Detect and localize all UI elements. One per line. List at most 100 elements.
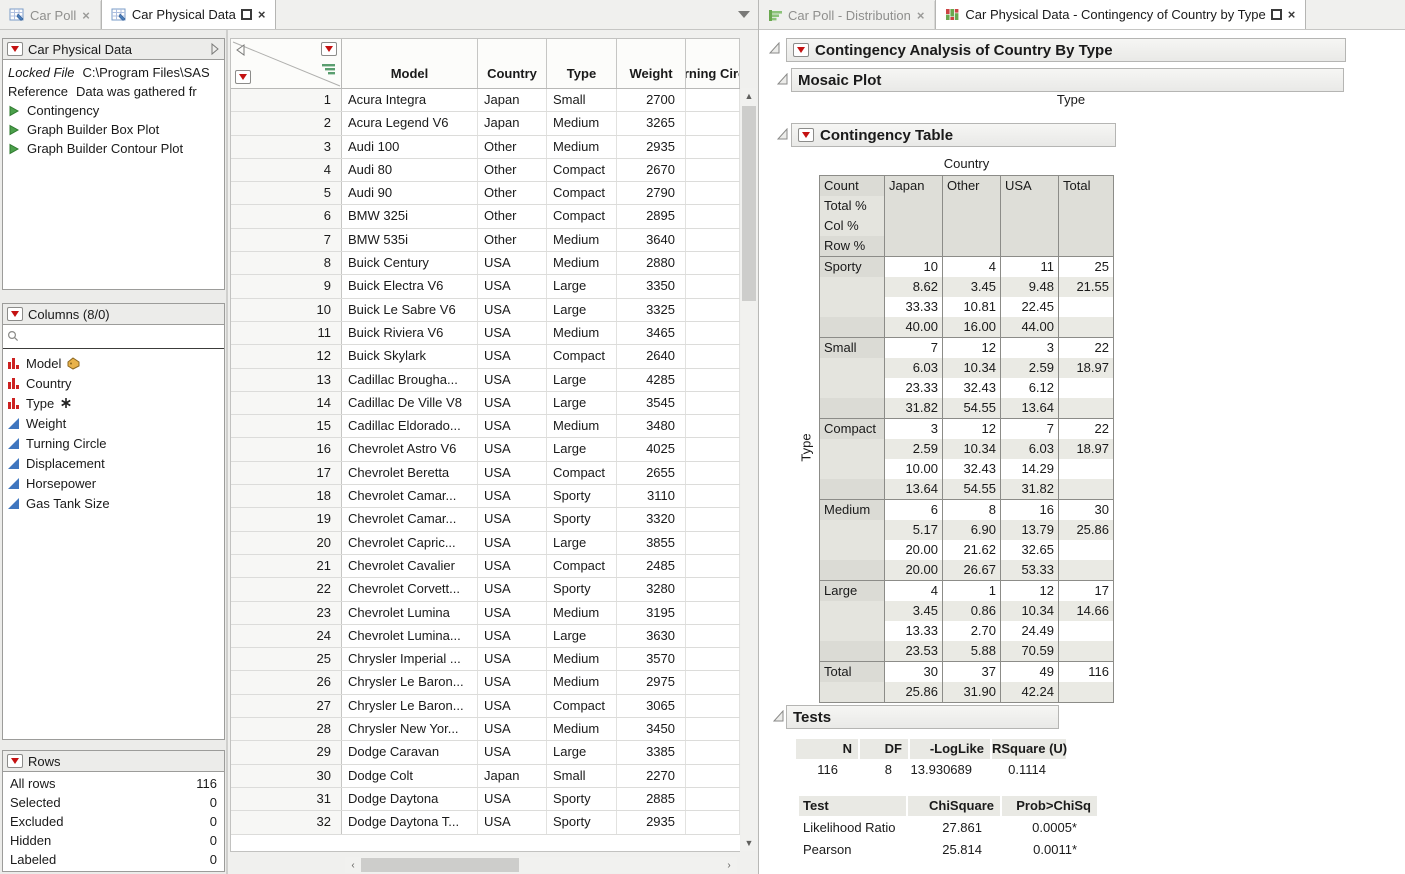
grid-cell[interactable]: 2670	[617, 159, 686, 181]
scroll-down-icon[interactable]: ▼	[741, 835, 757, 851]
row-number-cell[interactable]: 24	[231, 625, 342, 647]
row-number-cell[interactable]: 18	[231, 485, 342, 507]
grid-cell[interactable]: USA	[478, 415, 547, 437]
contingency-table-header[interactable]: Contingency Table	[791, 123, 1116, 147]
grid-cell[interactable]: Audi 80	[342, 159, 478, 181]
grid-cell[interactable]	[686, 392, 740, 414]
vertical-scroll-thumb[interactable]	[742, 106, 756, 301]
grid-column-header[interactable]: Turning Circle	[686, 39, 740, 88]
grid-cell[interactable]: 2880	[617, 252, 686, 274]
row-number-cell[interactable]: 13	[231, 369, 342, 391]
grid-cell[interactable]: USA	[478, 718, 547, 740]
grid-cell[interactable]: 3385	[617, 741, 686, 763]
grid-cell[interactable]: Large	[547, 532, 617, 554]
grid-cell[interactable]: USA	[478, 369, 547, 391]
grid-cell[interactable]: Chevrolet Lumina	[342, 602, 478, 624]
grid-cell[interactable]: Medium	[547, 602, 617, 624]
grid-cell[interactable]	[686, 625, 740, 647]
grid-cell[interactable]: Compact	[547, 159, 617, 181]
grid-cell[interactable]: Buick Riviera V6	[342, 322, 478, 344]
grid-cell[interactable]: Medium	[547, 252, 617, 274]
grid-cell[interactable]: 2655	[617, 462, 686, 484]
tab-overflow-icon[interactable]	[738, 11, 750, 18]
grid-cell[interactable]: USA	[478, 275, 547, 297]
grid-cell[interactable]	[686, 555, 740, 577]
grid-cell[interactable]: Japan	[478, 765, 547, 787]
disclosure-icon[interactable]	[769, 42, 781, 54]
grid-cell[interactable]	[686, 369, 740, 391]
grid-cell[interactable]: Medium	[547, 648, 617, 670]
grid-cell[interactable]	[686, 205, 740, 227]
column-list-item[interactable]: Model	[7, 353, 224, 373]
grid-cell[interactable]: Other	[478, 205, 547, 227]
grid-cell[interactable]: Compact	[547, 555, 617, 577]
grid-cell[interactable]: Sporty	[547, 485, 617, 507]
grid-cell[interactable]	[686, 252, 740, 274]
row-number-cell[interactable]: 14	[231, 392, 342, 414]
grid-cell[interactable]: 2700	[617, 89, 686, 111]
grid-cell[interactable]: Chrysler Le Baron...	[342, 695, 478, 717]
grid-cell[interactable]: Medium	[547, 112, 617, 134]
grid-cell[interactable]: Chrysler Imperial ...	[342, 648, 478, 670]
red-triangle-menu-button[interactable]	[7, 754, 23, 768]
row-number-cell[interactable]: 27	[231, 695, 342, 717]
grid-cell[interactable]: Buick Electra V6	[342, 275, 478, 297]
grid-cell[interactable]: Sporty	[547, 508, 617, 530]
red-triangle-menu-button[interactable]	[798, 128, 814, 142]
grid-cell[interactable]: 2935	[617, 811, 686, 833]
grid-cell[interactable]: Sporty	[547, 788, 617, 810]
grid-cell[interactable]: 4025	[617, 438, 686, 460]
disclosure-icon[interactable]	[777, 73, 789, 85]
grid-cell[interactable]: 2895	[617, 205, 686, 227]
grid-cell[interactable]: Large	[547, 741, 617, 763]
grid-column-header[interactable]: Country	[478, 39, 547, 88]
red-triangle-menu-button[interactable]	[7, 307, 23, 321]
table-script-item[interactable]: Graph Builder Box Plot	[8, 120, 219, 139]
grid-cell[interactable]	[686, 485, 740, 507]
grid-cell[interactable]: 3630	[617, 625, 686, 647]
grid-column-header[interactable]: Weight	[617, 39, 686, 88]
row-number-cell[interactable]: 21	[231, 555, 342, 577]
row-number-cell[interactable]: 20	[231, 532, 342, 554]
grid-cell[interactable]: 2935	[617, 136, 686, 158]
grid-cell[interactable]: Large	[547, 392, 617, 414]
red-triangle-menu-button[interactable]	[793, 43, 809, 57]
grid-cell[interactable]: Other	[478, 229, 547, 251]
grid-cell[interactable]: Acura Legend V6	[342, 112, 478, 134]
disclosure-icon[interactable]	[773, 710, 785, 722]
grid-cell[interactable]: Japan	[478, 112, 547, 134]
row-number-cell[interactable]: 1	[231, 89, 342, 111]
close-icon[interactable]: ×	[257, 7, 267, 22]
grid-cell[interactable]: Other	[478, 159, 547, 181]
grid-cell[interactable]	[686, 415, 740, 437]
grid-cell[interactable]: Buick Skylark	[342, 345, 478, 367]
grid-cell[interactable]: 3280	[617, 578, 686, 600]
grid-cell[interactable]: USA	[478, 695, 547, 717]
rows-menu-button[interactable]	[235, 70, 251, 84]
scroll-up-icon[interactable]: ▲	[741, 88, 757, 104]
tab-contingency-report[interactable]: Car Physical Data - Contingency of Count…	[935, 0, 1306, 29]
sort-order-icon[interactable]	[322, 63, 336, 75]
grid-cell[interactable]: Other	[478, 136, 547, 158]
row-number-cell[interactable]: 9	[231, 275, 342, 297]
grid-cell[interactable]: Chevrolet Astro V6	[342, 438, 478, 460]
row-number-cell[interactable]: 31	[231, 788, 342, 810]
grid-cell[interactable]: Compact	[547, 462, 617, 484]
grid-cell[interactable]: Compact	[547, 695, 617, 717]
grid-cell[interactable]	[686, 788, 740, 810]
grid-cell[interactable]	[686, 741, 740, 763]
grid-cell[interactable]: 3570	[617, 648, 686, 670]
grid-cell[interactable]: Chevrolet Camar...	[342, 485, 478, 507]
grid-cell[interactable]: USA	[478, 508, 547, 530]
grid-cell[interactable]: Small	[547, 765, 617, 787]
grid-cell[interactable]: Sporty	[547, 578, 617, 600]
grid-cell[interactable]: Dodge Daytona	[342, 788, 478, 810]
row-number-cell[interactable]: 3	[231, 136, 342, 158]
grid-cell[interactable]: 3545	[617, 392, 686, 414]
grid-cell[interactable]: Small	[547, 89, 617, 111]
grid-cell[interactable]: Chevrolet Corvett...	[342, 578, 478, 600]
columns-search-field[interactable]	[3, 325, 224, 349]
column-list-item[interactable]: Horsepower	[7, 473, 224, 493]
grid-cell[interactable]: Cadillac Eldorado...	[342, 415, 478, 437]
scroll-right-icon[interactable]: ›	[721, 857, 737, 873]
